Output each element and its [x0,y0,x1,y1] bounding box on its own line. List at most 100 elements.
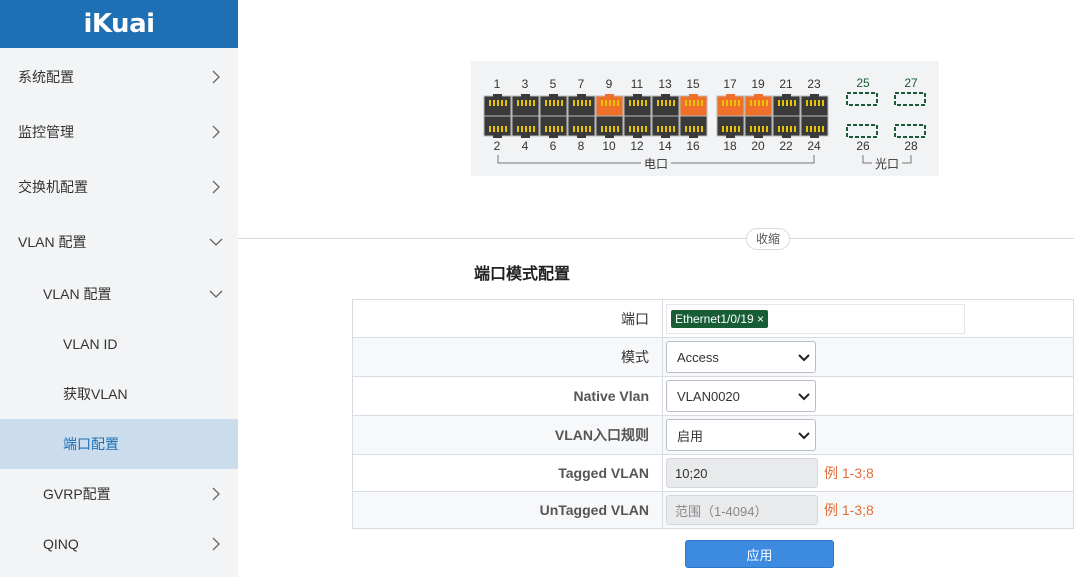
chevron-right-icon [212,537,220,551]
port-pin [689,100,691,106]
port-pin [758,126,760,132]
port-pin [806,100,808,106]
port-pin [521,100,523,106]
port-pin [581,126,583,132]
sidebar-item[interactable]: 监控管理 [0,107,238,157]
sidebar-item-label: 交换机配置 [18,179,88,195]
port-latch [493,134,502,138]
port-pin [501,100,503,106]
port-pin [533,100,535,106]
port-pin [701,100,703,106]
native-vlan-select[interactable]: VLAN0020 [666,380,816,412]
port-pin [685,100,687,106]
port-pin [573,100,575,106]
port-pin [810,100,812,106]
chevron-down-icon [798,432,810,440]
chevron-right-icon [212,180,220,194]
port-pin [810,126,812,132]
sidebar-item-label: 端口配置 [63,436,119,452]
port-pin [685,126,687,132]
port-pin [529,126,531,132]
port-pin [697,126,699,132]
port-latch [521,94,530,98]
tagged-vlan-label: Tagged VLAN [352,454,663,492]
port-pin [613,126,615,132]
port-number: 7 [578,77,585,91]
port-pin [814,126,816,132]
port-pin [730,126,732,132]
port-pin [633,126,635,132]
port-pin [641,126,643,132]
port-number: 15 [686,77,700,91]
port-number: 17 [723,77,737,91]
port-pin [693,126,695,132]
port-pin [762,100,764,106]
port-pin [517,126,519,132]
port-pin [645,100,647,106]
port-pin [521,126,523,132]
port-pin [790,100,792,106]
tagged-vlan-input[interactable]: 10;20 [666,458,818,488]
port-pin [734,126,736,132]
optical-port-label: 光口 [875,157,899,171]
port-pin [657,126,659,132]
port-pin [493,100,495,106]
chevron-right-icon [212,487,220,501]
ingress-rule-select[interactable]: 启用 [666,419,816,451]
port-number: 8 [578,139,585,153]
port-pin [505,126,507,132]
sidebar-item[interactable]: QINQ [0,519,238,569]
port-pin [782,126,784,132]
port-pin [782,100,784,106]
untagged-vlan-label: UnTagged VLAN [352,491,663,529]
sfp-port-number: 25 [856,76,870,90]
sidebar-item[interactable]: VLAN ID [0,319,238,369]
port-pin [766,100,768,106]
port-latch [689,134,698,138]
port-latch [726,94,735,98]
collapse-button[interactable]: 收缩 [746,228,790,250]
port-pin [561,126,563,132]
port-number: 12 [630,139,644,153]
port-pin [661,126,663,132]
port-pin [734,100,736,106]
sidebar-item[interactable]: 获取VLAN [0,369,238,419]
mode-select[interactable]: Access [666,341,816,373]
sfp-port [846,124,878,138]
port-tag[interactable]: Ethernet1/0/19 × [671,309,769,328]
sidebar-item-label: 获取VLAN [63,386,128,402]
sidebar-item-label: GVRP配置 [43,486,111,502]
port-pin [730,100,732,106]
mode-select-value: Access [677,349,719,365]
port-pin [505,100,507,106]
port-pin [766,126,768,132]
port-pin [637,100,639,106]
port-pin [557,126,559,132]
port-mode-form: 端口 Ethernet1/0/19 × 模式 Access Native Vla… [352,299,1074,529]
port-number: 2 [494,139,501,153]
chevron-right-icon [212,70,220,84]
port-latch [754,94,763,98]
port-pin [762,126,764,132]
tagged-vlan-hint: 例 1-3;8 [824,465,874,481]
port-row: 端口 Ethernet1/0/19 × [352,299,1074,338]
mode-row: 模式 Access [352,337,1074,377]
port-tag-input[interactable]: Ethernet1/0/19 × [666,303,965,334]
port-pin [489,100,491,106]
sidebar-item[interactable]: 系统配置 [0,52,238,102]
sidebar-item[interactable]: 端口配置 [0,419,238,469]
sfp-port [894,92,926,106]
port-pin [525,126,527,132]
ikuai-logo: iKuai [83,9,155,39]
chevron-down-icon [209,238,223,246]
port-pin [561,100,563,106]
sidebar-item[interactable]: GVRP配置 [0,469,238,519]
port-pin [617,126,619,132]
untagged-vlan-input[interactable]: 范围（1-4094） [666,495,818,525]
port-latch [577,134,586,138]
sidebar-item[interactable]: 交换机配置 [0,162,238,212]
port-pin [609,100,611,106]
apply-button[interactable]: 应用 [685,540,834,568]
sfp-port-number: 28 [904,139,918,153]
port-pin [786,100,788,106]
